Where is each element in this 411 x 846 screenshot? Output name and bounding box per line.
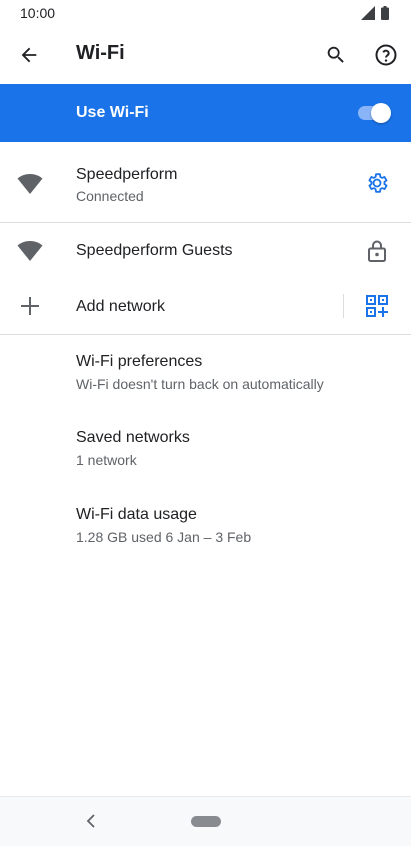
help-button[interactable] (372, 41, 400, 69)
chevron-left-icon (86, 814, 95, 828)
scan-qr-button[interactable] (362, 291, 392, 321)
status-time: 10:00 (20, 5, 56, 21)
navigation-bar (0, 796, 411, 846)
battery-icon (381, 6, 389, 20)
search-button[interactable] (322, 41, 350, 69)
lock-icon (368, 240, 386, 262)
use-wifi-bar[interactable]: Use Wi-Fi (0, 84, 411, 142)
lock-indicator (362, 236, 392, 266)
home-button[interactable] (191, 816, 221, 827)
add-network-label: Add network (76, 298, 165, 315)
setting-subtitle: Wi-Fi doesn't turn back on automatically (76, 376, 324, 392)
network-status: Connected (76, 188, 144, 204)
wifi-preferences-item[interactable]: Wi-Fi preferences Wi-Fi doesn't turn bac… (0, 335, 411, 409)
app-bar: Wi-Fi (0, 26, 411, 84)
qr-code-icon (366, 295, 388, 317)
toggle-thumb (371, 103, 391, 123)
network-item-speedperform[interactable]: Speedperform Connected (0, 142, 411, 222)
add-network-item[interactable]: Add network (0, 279, 411, 334)
network-item-speedperform-guests[interactable]: Speedperform Guests (0, 223, 411, 279)
saved-networks-item[interactable]: Saved networks 1 network (0, 411, 411, 485)
setting-title: Wi-Fi data usage (76, 506, 197, 523)
status-bar: 10:00 (0, 0, 411, 26)
setting-title: Saved networks (76, 429, 190, 446)
vertical-divider (343, 294, 344, 318)
help-icon (375, 44, 397, 66)
network-settings-button[interactable] (362, 168, 392, 198)
wifi-data-usage-item[interactable]: Wi-Fi data usage 1.28 GB used 6 Jan – 3 … (0, 487, 411, 561)
signal-icon (361, 6, 375, 20)
setting-subtitle: 1 network (76, 452, 137, 468)
nav-back-button[interactable] (82, 811, 100, 831)
wifi-signal-icon (16, 237, 44, 265)
setting-title: Wi-Fi preferences (76, 353, 203, 370)
use-wifi-label: Use Wi-Fi (76, 104, 149, 121)
network-name: Speedperform (76, 166, 178, 183)
wifi-toggle[interactable] (356, 103, 392, 123)
gear-icon (368, 173, 388, 193)
plus-icon (16, 292, 44, 320)
page-title: Wi-Fi (76, 42, 125, 64)
wifi-signal-icon (16, 170, 44, 198)
status-icons (361, 6, 389, 20)
arrow-back-icon (21, 47, 37, 63)
back-button[interactable] (16, 42, 42, 68)
setting-subtitle: 1.28 GB used 6 Jan – 3 Feb (76, 529, 252, 545)
network-name: Speedperform Guests (76, 242, 233, 259)
search-icon (327, 46, 344, 63)
